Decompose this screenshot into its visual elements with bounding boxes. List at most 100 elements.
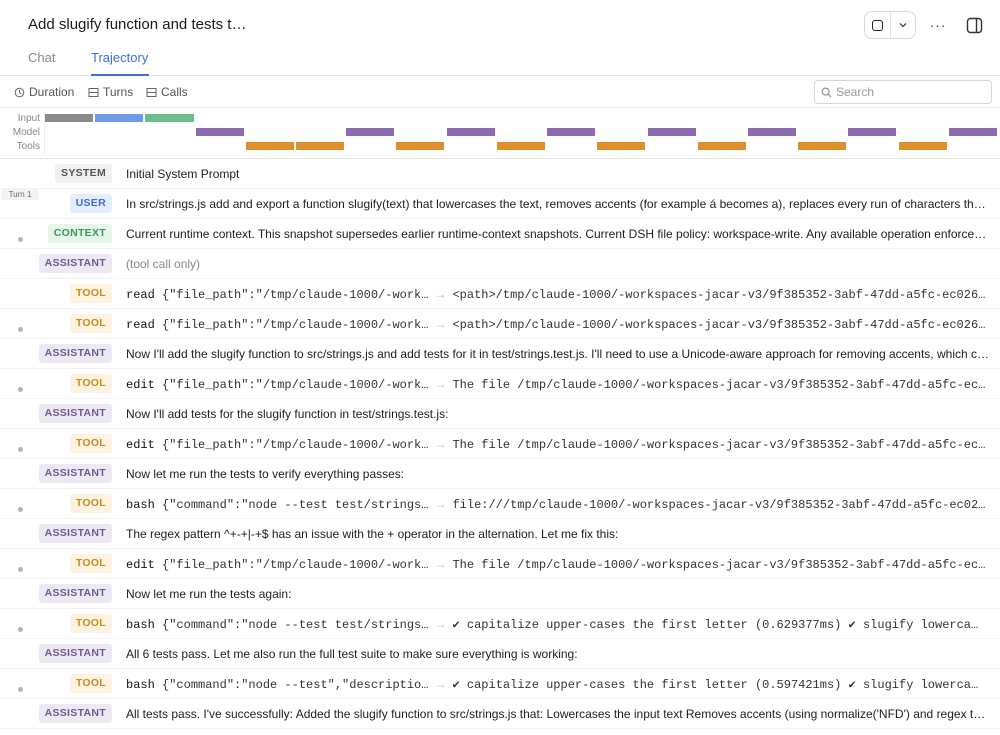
side-panel-icon bbox=[966, 17, 982, 33]
rows-icon bbox=[88, 87, 99, 97]
stop-icon bbox=[871, 19, 883, 31]
arrow-right-icon: → bbox=[434, 437, 447, 451]
role-badge-context: CONTEXT bbox=[47, 224, 112, 243]
role-badge-assistant: ASSISTANT bbox=[38, 344, 112, 363]
message-text: Current runtime context. This snapshot s… bbox=[126, 227, 990, 241]
message-text: In src/strings.js add and export a funct… bbox=[126, 197, 990, 211]
trajectory-row[interactable]: TOOL read {"file_path":"/tmp/claude-1000/… bbox=[0, 279, 1000, 309]
role-badge-tool: TOOL bbox=[69, 284, 112, 303]
arrow-right-icon: → bbox=[434, 677, 447, 691]
calls-label: Calls bbox=[161, 85, 188, 99]
timeline-label-input: Input bbox=[17, 113, 40, 124]
timeline-bar-tools[interactable] bbox=[296, 142, 344, 150]
tool-name: bash bbox=[126, 618, 155, 632]
role-badge-tool: TOOL bbox=[69, 314, 112, 333]
header: Add slugify function and tests t… ··· bbox=[0, 0, 1000, 50]
trajectory-row[interactable]: ASSISTANT Now I'll add the slugify functi… bbox=[0, 339, 1000, 369]
timeline-bar-model[interactable] bbox=[949, 128, 997, 136]
tool-call-summary: edit {"file_path":"/tmp/claude-1000/-wor… bbox=[126, 377, 990, 392]
tab-chat[interactable]: Chat bbox=[28, 50, 55, 76]
tool-name: bash bbox=[126, 498, 155, 512]
timeline-bar-tools[interactable] bbox=[396, 142, 444, 150]
trajectory-row[interactable]: ASSISTANT Now I'll add tests for the slug… bbox=[0, 399, 1000, 429]
tool-call-summary: edit {"file_path":"/tmp/claude-1000/-wor… bbox=[126, 557, 990, 572]
turns-toggle[interactable]: Turns bbox=[88, 85, 133, 99]
tool-args: {"file_path":"/tmp/claude-1000/-work… bbox=[162, 378, 429, 392]
duration-label: Duration bbox=[29, 85, 75, 99]
timeline-label-model: Model bbox=[12, 127, 40, 138]
timeline-bar-input[interactable] bbox=[95, 114, 143, 122]
tool-call-summary: bash {"command":"node --test test/string… bbox=[126, 497, 990, 512]
tool-name: edit bbox=[126, 558, 155, 572]
role-badge-tool: TOOL bbox=[69, 614, 112, 633]
trajectory-row[interactable]: TOOL edit {"file_path":"/tmp/claude-1000/… bbox=[0, 369, 1000, 399]
calls-toggle[interactable]: Calls bbox=[146, 85, 188, 99]
trajectory-row[interactable]: USER In src/strings.js add and export a f… bbox=[0, 189, 1000, 219]
message-text: Now let me run the tests again: bbox=[126, 587, 292, 601]
tool-name: read bbox=[126, 318, 155, 332]
timeline-bar-model[interactable] bbox=[346, 128, 394, 136]
tool-result: The file /tmp/claude-1000/-workspaces-ja… bbox=[452, 558, 986, 572]
trajectory-row[interactable]: ASSISTANT (tool call only) bbox=[0, 249, 1000, 279]
trajectory-row[interactable]: TOOL bash {"command":"node --test test/st… bbox=[0, 489, 1000, 519]
timeline-bar-input[interactable] bbox=[45, 114, 93, 122]
trajectory-row[interactable]: ASSISTANT Now let me run the tests to ver… bbox=[0, 459, 1000, 489]
timeline-bar-input[interactable] bbox=[145, 114, 194, 122]
timeline-bar-model[interactable] bbox=[547, 128, 595, 136]
trajectory-row[interactable]: TOOL edit {"file_path":"/tmp/claude-1000/… bbox=[0, 549, 1000, 579]
trajectory-row[interactable]: ASSISTANT All 6 tests pass. Let me also r… bbox=[0, 639, 1000, 669]
arrow-right-icon: → bbox=[434, 287, 447, 301]
trajectory-row[interactable]: ASSISTANT Now let me run the tests again: bbox=[0, 579, 1000, 609]
trajectory-row[interactable]: TOOL bash {"command":"node --test","descr… bbox=[0, 669, 1000, 699]
timeline-bar-tools[interactable] bbox=[597, 142, 645, 150]
search-box[interactable] bbox=[814, 80, 992, 104]
timeline-bar-model[interactable] bbox=[196, 128, 244, 136]
tab-trajectory[interactable]: Trajectory bbox=[91, 50, 149, 76]
role-badge-assistant: ASSISTANT bbox=[38, 644, 112, 663]
arrow-right-icon: → bbox=[434, 377, 447, 391]
stop-split-button[interactable] bbox=[864, 11, 916, 39]
rows-icon bbox=[146, 87, 157, 97]
duration-toggle[interactable]: Duration bbox=[14, 85, 74, 99]
search-input[interactable] bbox=[836, 85, 976, 99]
chevron-down-icon bbox=[899, 23, 907, 28]
trajectory-toolbar: Duration Turns Calls bbox=[0, 76, 1000, 108]
timeline-bar-tools[interactable] bbox=[798, 142, 846, 150]
tool-args: {"file_path":"/tmp/claude-1000/-work… bbox=[162, 438, 429, 452]
tab-bar: Chat Trajectory bbox=[0, 50, 1000, 76]
trajectory-row[interactable]: ASSISTANT The regex pattern ^+-+|-+$ has … bbox=[0, 519, 1000, 549]
message-text: (tool call only) bbox=[126, 257, 201, 271]
page-title: Add slugify function and tests t… bbox=[28, 16, 247, 33]
trajectory-row[interactable]: CONTEXT Current runtime context. This sna… bbox=[0, 219, 1000, 249]
role-badge-assistant: ASSISTANT bbox=[38, 524, 112, 543]
role-badge-assistant: ASSISTANT bbox=[38, 704, 112, 723]
stop-dropdown-button[interactable] bbox=[889, 12, 916, 38]
more-options-icon[interactable]: ··· bbox=[926, 14, 950, 36]
stop-button[interactable] bbox=[865, 12, 890, 38]
trajectory-row[interactable]: TOOL edit {"file_path":"/tmp/claude-1000/… bbox=[0, 429, 1000, 459]
trajectory-row[interactable]: TOOL read {"file_path":"/tmp/claude-1000/… bbox=[0, 309, 1000, 339]
arrow-right-icon: → bbox=[434, 557, 447, 571]
timeline-bar-tools[interactable] bbox=[497, 142, 545, 150]
timeline-bar-tools[interactable] bbox=[698, 142, 746, 150]
trajectory-row[interactable]: SYSTEM Initial System Prompt bbox=[0, 159, 1000, 189]
tool-args: {"file_path":"/tmp/claude-1000/-work… bbox=[162, 288, 429, 302]
timeline-bar-model[interactable] bbox=[648, 128, 696, 136]
tool-name: edit bbox=[126, 378, 155, 392]
trajectory-row[interactable]: ASSISTANT All tests pass. I've successful… bbox=[0, 699, 1000, 729]
timeline-bar-tools[interactable] bbox=[899, 142, 947, 150]
role-badge-assistant: ASSISTANT bbox=[38, 404, 112, 423]
tool-result: The file /tmp/claude-1000/-workspaces-ja… bbox=[452, 378, 986, 392]
toggle-panel-button[interactable] bbox=[964, 15, 984, 35]
timeline-bar-tools[interactable] bbox=[246, 142, 294, 150]
tool-result: <path>/tmp/claude-1000/-workspaces-jacar… bbox=[452, 288, 986, 302]
timeline-bar-model[interactable] bbox=[748, 128, 796, 136]
message-text: Now let me run the tests to verify every… bbox=[126, 467, 405, 481]
timeline-bar-model[interactable] bbox=[447, 128, 495, 136]
trajectory-row[interactable]: TOOL bash {"command":"node --test test/st… bbox=[0, 609, 1000, 639]
arrow-right-icon: → bbox=[434, 497, 447, 511]
step-dot bbox=[18, 237, 23, 242]
timeline-bar-model[interactable] bbox=[848, 128, 896, 136]
message-text: Initial System Prompt bbox=[126, 167, 240, 181]
step-dot bbox=[18, 327, 23, 332]
